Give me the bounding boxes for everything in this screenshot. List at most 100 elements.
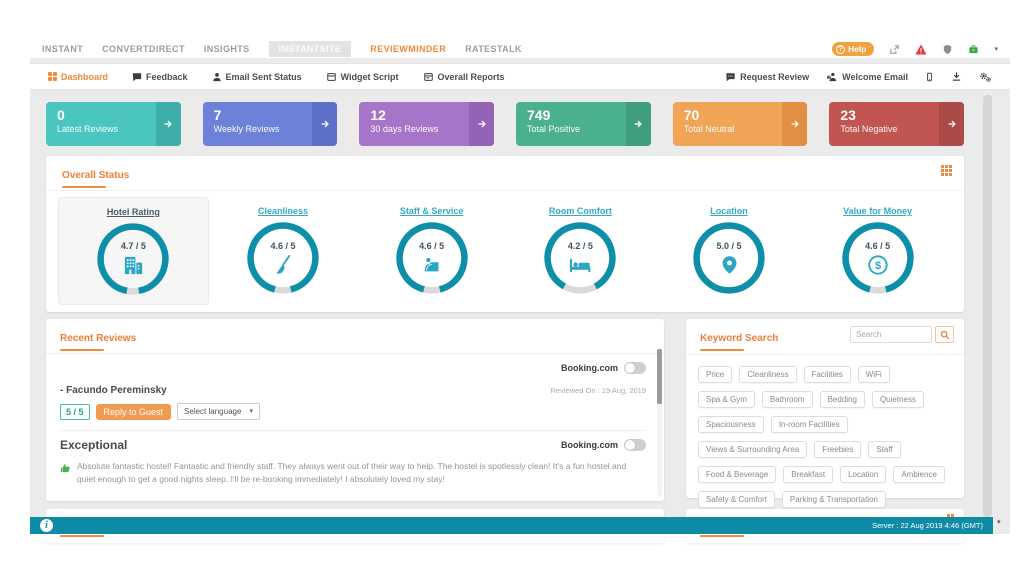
page-scrollbar[interactable]	[983, 95, 992, 517]
alert-icon[interactable]	[915, 44, 927, 55]
gauge-location-link[interactable]: Location	[710, 206, 748, 216]
mobile-phone-icon[interactable]	[925, 71, 934, 83]
gauge-value-for-money: Value for Money 4.6 / 5 $	[803, 197, 952, 305]
overall-status-header: Overall Status	[46, 156, 964, 191]
nav-instantsite[interactable]: INSTANTSITE	[269, 41, 352, 57]
review-source-toggle[interactable]	[624, 439, 646, 451]
keyword-chip[interactable]: Cleanliness	[739, 366, 796, 383]
review-source-toggle[interactable]	[624, 362, 646, 374]
keyword-search-input[interactable]	[850, 326, 932, 343]
reviews-scrollbar[interactable]	[657, 349, 662, 497]
toolbar-dashboard[interactable]: Dashboard	[48, 72, 108, 82]
nav-instant[interactable]: INSTANT	[42, 44, 83, 54]
overall-status-title: Overall Status	[62, 170, 129, 181]
briefcase-icon[interactable]	[968, 44, 979, 55]
keyword-chip[interactable]: Food & Beverage	[698, 466, 776, 483]
layout-grid-icon[interactable]	[941, 165, 952, 176]
scroll-caret-icon[interactable]: ▾	[997, 518, 1001, 526]
select-language-label: Select language	[184, 407, 241, 416]
review-title: Exceptional	[60, 438, 127, 452]
review-source: Booking.com	[561, 363, 618, 373]
keyword-chip[interactable]: WiFi	[858, 366, 890, 383]
card-arrow-button[interactable]	[156, 102, 181, 146]
thumbs-up-icon	[60, 461, 71, 486]
speech-bubble-icon	[132, 72, 142, 82]
nav-reviewminder[interactable]: REVIEWMINDER	[370, 44, 446, 54]
keyword-chip[interactable]: Bathroom	[762, 391, 813, 408]
review-divider	[60, 430, 646, 431]
toolbar-email-sent-status[interactable]: Email Sent Status	[212, 72, 302, 82]
search-button[interactable]	[935, 326, 954, 343]
reviewer-name: - Facundo Pereminsky	[60, 385, 167, 396]
toolbar-overall-reports[interactable]: Overall Reports	[423, 72, 505, 82]
keyword-chip[interactable]: Breakfast	[783, 466, 833, 483]
keyword-search-title: Keyword Search	[700, 333, 778, 344]
request-review-button[interactable]: Request Review	[725, 72, 809, 82]
account-caret-icon[interactable]: ▾	[994, 46, 998, 53]
widget-card-icon	[326, 72, 337, 82]
gauge-hotel-rating-link[interactable]: Hotel Rating	[107, 207, 160, 217]
report-card-icon	[423, 72, 434, 82]
staff-person-icon	[421, 254, 443, 276]
keyword-chip[interactable]: Quietness	[872, 391, 924, 408]
reply-to-guest-button[interactable]: Reply to Guest	[96, 404, 172, 420]
keyword-chip[interactable]: Ambience	[893, 466, 945, 483]
select-language-dropdown[interactable]: Select language ▾	[177, 403, 260, 420]
info-icon[interactable]: i	[40, 519, 53, 532]
card-total-positive[interactable]: 749 Total Positive	[516, 102, 651, 146]
card-arrow-button[interactable]	[939, 102, 964, 146]
download-icon[interactable]	[951, 71, 962, 82]
nav-insights[interactable]: INSIGHTS	[204, 44, 250, 54]
nav-convertdirect[interactable]: CONVERTDIRECT	[102, 44, 185, 54]
toolbar-feedback-label: Feedback	[146, 72, 188, 82]
top-navigation: INSTANT CONVERTDIRECT INSIGHTS INSTANTSI…	[30, 40, 1010, 58]
card-arrow-button[interactable]	[469, 102, 494, 146]
keyword-chip[interactable]: Staff	[868, 441, 900, 458]
toolbar-widget-script[interactable]: Widget Script	[326, 72, 399, 82]
keyword-chip[interactable]: Spa & Gym	[698, 391, 755, 408]
gauge-value: 4.6 / 5	[419, 241, 444, 251]
card-arrow-button[interactable]	[626, 102, 651, 146]
help-button[interactable]: ? Help	[832, 42, 874, 56]
keyword-chip[interactable]: Bedding	[820, 391, 865, 408]
keyword-chip[interactable]: Safety & Comfort	[698, 491, 775, 508]
card-value: 7	[214, 107, 308, 123]
shield-icon[interactable]	[942, 44, 953, 55]
keyword-chip[interactable]: Parking & Transportation	[782, 491, 886, 508]
welcome-email-button[interactable]: Welcome Email	[826, 72, 908, 82]
keyword-chip[interactable]: Location	[840, 466, 886, 483]
keyword-chip[interactable]: In-room Facilities	[771, 416, 848, 433]
settings-gears-icon[interactable]	[979, 71, 992, 83]
card-30-days-reviews[interactable]: 12 30 days Reviews	[359, 102, 494, 146]
map-pin-icon	[719, 254, 740, 276]
toolbar-feedback[interactable]: Feedback	[132, 72, 188, 82]
review-source-row: Booking.com	[60, 354, 646, 376]
card-weekly-reviews[interactable]: 7 Weekly Reviews	[203, 102, 338, 146]
card-total-neutral[interactable]: 70 Total Neutral	[673, 102, 808, 146]
review-text: Absolute fantastic hostel! Fantastic and…	[77, 460, 646, 486]
gauge-staff-service-link[interactable]: Staff & Service	[400, 206, 464, 216]
gauge-hotel-rating: Hotel Rating 4.7 / 5	[58, 197, 209, 305]
keyword-chip[interactable]: Spaciousness	[698, 416, 764, 433]
keyword-chip[interactable]: Freebies	[814, 441, 861, 458]
scrollbar-thumb[interactable]	[657, 349, 662, 404]
bed-icon	[568, 254, 592, 276]
keyword-search-header: Keyword Search	[686, 319, 964, 355]
keyword-chip[interactable]: Facilities	[804, 366, 851, 383]
nav-ratestalk[interactable]: RATESTALK	[465, 44, 522, 54]
gauge-location: Location 5.0 / 5	[655, 197, 804, 305]
gauge-cleanliness-link[interactable]: Cleanliness	[258, 206, 308, 216]
gauge-value: 4.2 / 5	[568, 241, 593, 251]
keyword-chip[interactable]: Price	[698, 366, 732, 383]
gauge-room-comfort-link[interactable]: Room Comfort	[549, 206, 612, 216]
card-arrow-button[interactable]	[782, 102, 807, 146]
toolbar-email-sent-label: Email Sent Status	[226, 72, 302, 82]
gauge-value-for-money-link[interactable]: Value for Money	[843, 206, 912, 216]
share-icon[interactable]	[889, 44, 900, 55]
keyword-chip[interactable]: Views & Surrounding Area	[698, 441, 807, 458]
card-latest-reviews[interactable]: 0 Latest Reviews	[46, 102, 181, 146]
card-label: Total Positive	[527, 124, 621, 134]
question-mark-icon: ?	[836, 45, 845, 54]
card-arrow-button[interactable]	[312, 102, 337, 146]
card-total-negative[interactable]: 23 Total Negative	[829, 102, 964, 146]
